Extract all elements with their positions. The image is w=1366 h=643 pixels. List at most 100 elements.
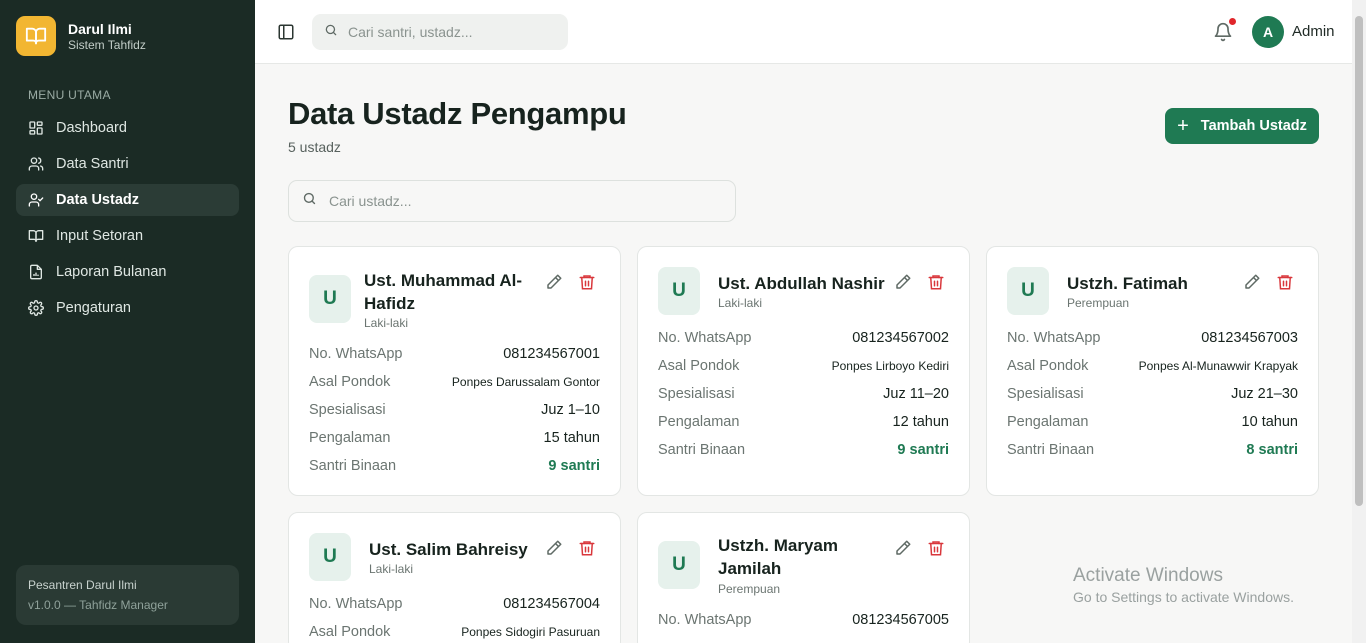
pondok-label: Asal Pondok — [309, 624, 391, 640]
sidebar-item-label: Data Ustadz — [56, 192, 139, 208]
footer-version: v1.0.0 — Tahfidz Manager — [28, 598, 168, 612]
ustadz-gender: Perempuan — [1067, 296, 1130, 310]
ustadz-name-line1: Ustzh. Maryam — [718, 536, 838, 555]
add-ustadz-label: Tambah Ustadz — [1200, 118, 1307, 134]
sidebar-item-data-ustadz[interactable]: Data Ustadz — [16, 184, 239, 216]
edit-icon[interactable] — [545, 539, 563, 557]
pondok-value: Ponpes Darussalam Gontor — [451, 375, 600, 389]
santri-label: Santri Binaan — [309, 458, 397, 474]
pondok-value: Ponpes Sidogiri Pasuruan — [461, 625, 600, 639]
ustadz-gender: Laki-laki — [364, 316, 409, 330]
book-open-icon — [28, 228, 44, 244]
ustadz-search[interactable] — [288, 180, 736, 222]
ustadz-name: Ustzh. Maryam Jamilah — [718, 534, 838, 580]
whatsapp-label: No. WhatsApp — [309, 346, 403, 362]
sidebar-item-data-santri[interactable]: Data Santri — [16, 148, 239, 180]
watermark-title: Activate Windows — [1073, 565, 1223, 586]
search-icon — [324, 23, 338, 42]
ustadz-name-line1: Ust. Muhammad Al- — [364, 271, 523, 290]
file-chart-icon — [28, 264, 44, 280]
plus-icon: + — [1177, 115, 1189, 137]
card-avatar: U — [1007, 267, 1049, 315]
avatar[interactable]: A — [1252, 16, 1284, 48]
santri-value: 8 santri — [1246, 442, 1298, 458]
edit-icon[interactable] — [894, 273, 912, 291]
app-subtitle: Sistem Tahfidz — [68, 37, 146, 52]
ustadz-card: U Ust. Abdullah Nashir Laki-laki No. Wha… — [637, 246, 970, 496]
ustadz-name-line2: Jamilah — [718, 559, 782, 578]
sidebar-item-pengaturan[interactable]: Pengaturan — [16, 292, 239, 324]
santri-row: Santri Binaan 9 santri — [309, 456, 600, 476]
sidebar-item-label: Laporan Bulanan — [56, 264, 167, 280]
pengalaman-label: Pengalaman — [658, 414, 740, 430]
sidebar: Darul Ilmi Sistem Tahfidz MENU UTAMA Das… — [0, 0, 255, 643]
pengalaman-row: Pengalaman 12 tahun — [658, 412, 949, 432]
ustadz-card: U Ust. Muhammad Al- Hafidz Laki-laki No.… — [288, 246, 621, 496]
trash-icon[interactable] — [578, 539, 596, 557]
user-check-icon — [28, 192, 44, 208]
sidebar-item-label: Pengaturan — [56, 300, 131, 316]
whatsapp-value: 081234567004 — [503, 596, 600, 612]
brand[interactable]: Darul Ilmi Sistem Tahfidz — [16, 16, 146, 56]
card-avatar: U — [309, 533, 351, 581]
pondok-row: Asal Pondok Ponpes Lirboyo Kediri — [658, 356, 949, 376]
spesialisasi-value: Juz 1–10 — [541, 402, 600, 418]
pengalaman-label: Pengalaman — [309, 430, 391, 446]
sidebar-item-laporan-bulanan[interactable]: Laporan Bulanan — [16, 256, 239, 288]
ustadz-gender: Laki-laki — [369, 562, 414, 576]
ustadz-count: 5 ustadz — [288, 139, 341, 155]
pengalaman-row: Pengalaman 10 tahun — [1007, 412, 1298, 432]
card-avatar: U — [658, 541, 700, 589]
spesialisasi-value: Juz 11–20 — [883, 386, 949, 402]
sidebar-toggle-icon[interactable] — [277, 23, 295, 41]
spesialisasi-row: Spesialisasi Juz 11–20 — [658, 384, 949, 404]
santri-row: Santri Binaan 9 santri — [658, 440, 949, 460]
card-avatar: U — [658, 267, 700, 315]
ustadz-gender: Laki-laki — [718, 296, 763, 310]
edit-icon[interactable] — [1243, 273, 1261, 291]
ustadz-name: Ust. Abdullah Nashir — [718, 274, 885, 293]
ustadz-name: Ust. Muhammad Al- Hafidz — [364, 269, 522, 315]
whatsapp-value: 081234567001 — [503, 346, 600, 362]
user-name[interactable]: Admin — [1292, 23, 1335, 40]
ustadz-search-input[interactable] — [329, 193, 709, 209]
pondok-label: Asal Pondok — [309, 374, 391, 390]
whatsapp-row: No. WhatsApp 081234567002 — [658, 328, 949, 348]
app-name: Darul Ilmi — [68, 20, 132, 37]
ustadz-name: Ustzh. Fatimah — [1067, 274, 1188, 293]
santri-label: Santri Binaan — [1007, 442, 1095, 458]
sidebar-item-label: Dashboard — [56, 120, 127, 136]
spesialisasi-row: Spesialisasi Juz 21–30 — [1007, 384, 1298, 404]
santri-label: Santri Binaan — [658, 442, 746, 458]
global-search-input[interactable] — [348, 24, 558, 40]
whatsapp-label: No. WhatsApp — [309, 596, 403, 612]
trash-icon[interactable] — [578, 273, 596, 291]
whatsapp-row: No. WhatsApp 081234567001 — [309, 344, 600, 364]
global-search[interactable] — [312, 14, 568, 50]
ustadz-name: Ust. Salim Bahreisy — [369, 540, 528, 559]
add-ustadz-button[interactable]: + Tambah Ustadz — [1165, 108, 1319, 144]
trash-icon[interactable] — [927, 273, 945, 291]
pengalaman-value: 15 tahun — [543, 430, 600, 446]
pondok-row: Asal Pondok Ponpes Sidogiri Pasuruan — [309, 622, 600, 642]
whatsapp-label: No. WhatsApp — [1007, 330, 1101, 346]
trash-icon[interactable] — [1276, 273, 1294, 291]
whatsapp-row: No. WhatsApp 081234567003 — [1007, 328, 1298, 348]
whatsapp-row: No. WhatsApp 081234567005 — [658, 610, 949, 630]
pengalaman-row: Pengalaman 15 tahun — [309, 428, 600, 448]
pengalaman-value: 12 tahun — [892, 414, 949, 430]
edit-icon[interactable] — [894, 539, 912, 557]
sidebar-item-input-setoran[interactable]: Input Setoran — [16, 220, 239, 252]
scrollbar-thumb[interactable] — [1355, 16, 1363, 506]
ustadz-card: U Ustzh. Maryam Jamilah Perempuan No. Wh… — [637, 512, 970, 643]
page-scrollbar[interactable] — [1352, 0, 1366, 643]
ustadz-gender: Perempuan — [718, 582, 781, 596]
spesialisasi-row: Spesialisasi Juz 1–10 — [309, 400, 600, 420]
edit-icon[interactable] — [545, 273, 563, 291]
sidebar-footer: Pesantren Darul Ilmi v1.0.0 — Tahfidz Ma… — [16, 565, 239, 625]
spesialisasi-label: Spesialisasi — [658, 386, 735, 402]
sidebar-item-dashboard[interactable]: Dashboard — [16, 112, 239, 144]
whatsapp-row: No. WhatsApp 081234567004 — [309, 594, 600, 614]
trash-icon[interactable] — [927, 539, 945, 557]
pondok-value: Ponpes Al-Munawwir Krapyak — [1138, 359, 1298, 373]
